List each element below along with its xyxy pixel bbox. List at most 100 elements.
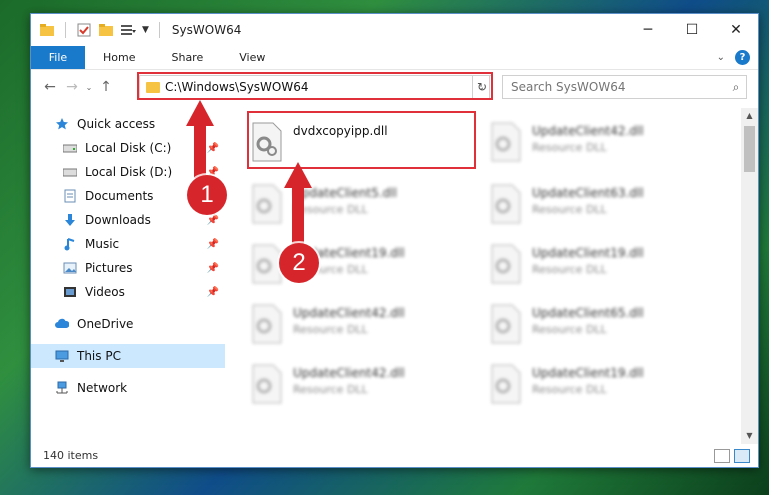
pin-icon: 📌 (206, 238, 219, 250)
sidebar-item-label: This PC (77, 349, 121, 363)
file-name: UpdateClient42.dll (293, 306, 405, 320)
item-count: 140 items (43, 448, 99, 462)
file-name: UpdateClient5.dll (293, 186, 397, 200)
window-controls: ─ ☐ ✕ (626, 14, 758, 46)
dll-file-icon (490, 364, 522, 404)
sidebar-item-label: Local Disk (D:) (85, 165, 173, 179)
sidebar-item-music[interactable]: Music 📌 (31, 232, 225, 256)
vertical-scrollbar[interactable]: ▲ ▼ (741, 108, 758, 444)
new-folder-icon[interactable] (98, 22, 114, 38)
file-type: Resource DLL (532, 141, 607, 154)
sidebar-item-label: Network (77, 381, 128, 395)
sidebar-item-onedrive[interactable]: OneDrive (31, 312, 225, 336)
explorer-window: ▼ SysWOW64 ─ ☐ ✕ File Home Share View ⌄ … (30, 13, 759, 468)
sidebar-item-label: Music (85, 237, 120, 251)
scroll-down-icon[interactable]: ▼ (741, 428, 758, 444)
file-type: Resource DLL (293, 383, 368, 396)
details-view-icon[interactable] (714, 449, 730, 463)
file-type: Resource DLL (532, 203, 607, 216)
file-type: Resource DLL (532, 383, 607, 396)
music-icon (63, 237, 77, 251)
scroll-up-icon[interactable]: ▲ (741, 108, 758, 124)
sidebar-item-pictures[interactable]: Pictures 📌 (31, 256, 225, 280)
tab-home[interactable]: Home (85, 46, 153, 69)
file-item[interactable]: UpdateClient42.dll Resource DLL (480, 114, 710, 170)
dll-file-icon (490, 244, 522, 284)
file-item[interactable]: UpdateClient19.dll Resource DLL (480, 356, 710, 412)
properties-icon[interactable] (76, 22, 92, 38)
file-type: Resource DLL (532, 263, 607, 276)
sidebar-item-quick-access[interactable]: Quick access (31, 112, 225, 136)
recent-locations-icon[interactable]: ⌄ (83, 83, 95, 92)
ribbon-controls: ⌄ ? (717, 46, 758, 69)
dll-file-icon (490, 184, 522, 224)
tab-share[interactable]: Share (153, 46, 221, 69)
file-item[interactable]: UpdateClient19.dll Resource DLL (241, 236, 471, 292)
toolbar-dropdown-icon[interactable]: ▼ (142, 25, 149, 35)
expand-ribbon-icon[interactable]: ⌄ (717, 52, 725, 63)
sidebar-item-label: Downloads (85, 213, 151, 227)
ribbon-tabs: File Home Share View ⌄ ? (31, 46, 758, 70)
back-arrow-icon[interactable]: ← (39, 79, 61, 95)
minimize-button[interactable]: ─ (626, 14, 670, 46)
close-button[interactable]: ✕ (714, 14, 758, 46)
address-highlight-box (137, 72, 493, 100)
sidebar-item-network[interactable]: Network (31, 376, 225, 400)
downloads-icon (63, 213, 77, 227)
file-item[interactable]: UpdateClient5.dll Resource DLL (241, 176, 471, 232)
videos-icon (63, 285, 77, 299)
pin-icon: 📌 (206, 214, 219, 226)
up-arrow-icon[interactable]: ↑ (95, 79, 117, 95)
callout-2-badge: 2 (279, 243, 319, 283)
file-highlight-box (247, 111, 476, 169)
scrollbar-thumb[interactable] (744, 126, 755, 172)
file-type: Resource DLL (532, 323, 607, 336)
pictures-icon (63, 261, 77, 275)
customize-toolbar-icon[interactable] (120, 22, 136, 38)
view-switcher (714, 449, 750, 463)
drive-icon (62, 141, 78, 155)
file-item[interactable]: UpdateClient42.dll Resource DLL (241, 296, 471, 352)
help-icon[interactable]: ? (735, 50, 750, 65)
window-title: SysWOW64 (171, 23, 242, 37)
dll-file-icon (251, 364, 283, 404)
computer-icon (55, 349, 69, 363)
file-name: UpdateClient19.dll (532, 246, 644, 260)
sidebar-item-this-pc[interactable]: This PC (31, 344, 225, 368)
sidebar-item-label: OneDrive (77, 317, 134, 331)
folder-icon (39, 22, 55, 38)
search-input[interactable] (511, 80, 726, 94)
navigation-pane: Quick access Local Disk (C:) 📌 Local Dis… (31, 108, 225, 438)
toolbar-divider (65, 22, 66, 38)
cloud-icon (55, 317, 70, 331)
search-box[interactable]: ⌕ (502, 75, 747, 99)
maximize-button[interactable]: ☐ (670, 14, 714, 46)
quick-access-toolbar: ▼ (31, 14, 164, 46)
sidebar-item-label: Videos (85, 285, 125, 299)
sidebar-item-local-disk-c[interactable]: Local Disk (C:) 📌 (31, 136, 225, 160)
file-item[interactable]: UpdateClient63.dll Resource DLL (480, 176, 710, 232)
sidebar-item-label: Pictures (85, 261, 133, 275)
file-type: Resource DLL (293, 323, 368, 336)
pin-icon: 📌 (206, 262, 219, 274)
forward-arrow-icon[interactable]: → (61, 79, 83, 95)
file-name: UpdateClient42.dll (293, 366, 405, 380)
title-bar: ▼ SysWOW64 ─ ☐ ✕ (31, 14, 758, 46)
documents-icon (63, 189, 77, 203)
file-type: Resource DLL (293, 203, 368, 216)
status-bar: 140 items (31, 443, 758, 467)
sidebar-item-label: Documents (85, 189, 154, 203)
file-item[interactable]: UpdateClient65.dll Resource DLL (480, 296, 710, 352)
search-icon[interactable]: ⌕ (726, 80, 746, 95)
file-item[interactable]: UpdateClient42.dll Resource DLL (241, 356, 471, 412)
file-item[interactable]: UpdateClient19.dll Resource DLL (480, 236, 710, 292)
file-name: UpdateClient65.dll (532, 306, 644, 320)
file-name: UpdateClient42.dll (532, 124, 644, 138)
sidebar-item-label: Local Disk (C:) (85, 141, 172, 155)
sidebar-item-videos[interactable]: Videos 📌 (31, 280, 225, 304)
large-icons-view-icon[interactable] (734, 449, 750, 463)
dll-file-icon (490, 122, 522, 162)
tab-file[interactable]: File (31, 46, 85, 69)
pin-icon: 📌 (206, 286, 219, 298)
tab-view[interactable]: View (221, 46, 283, 69)
